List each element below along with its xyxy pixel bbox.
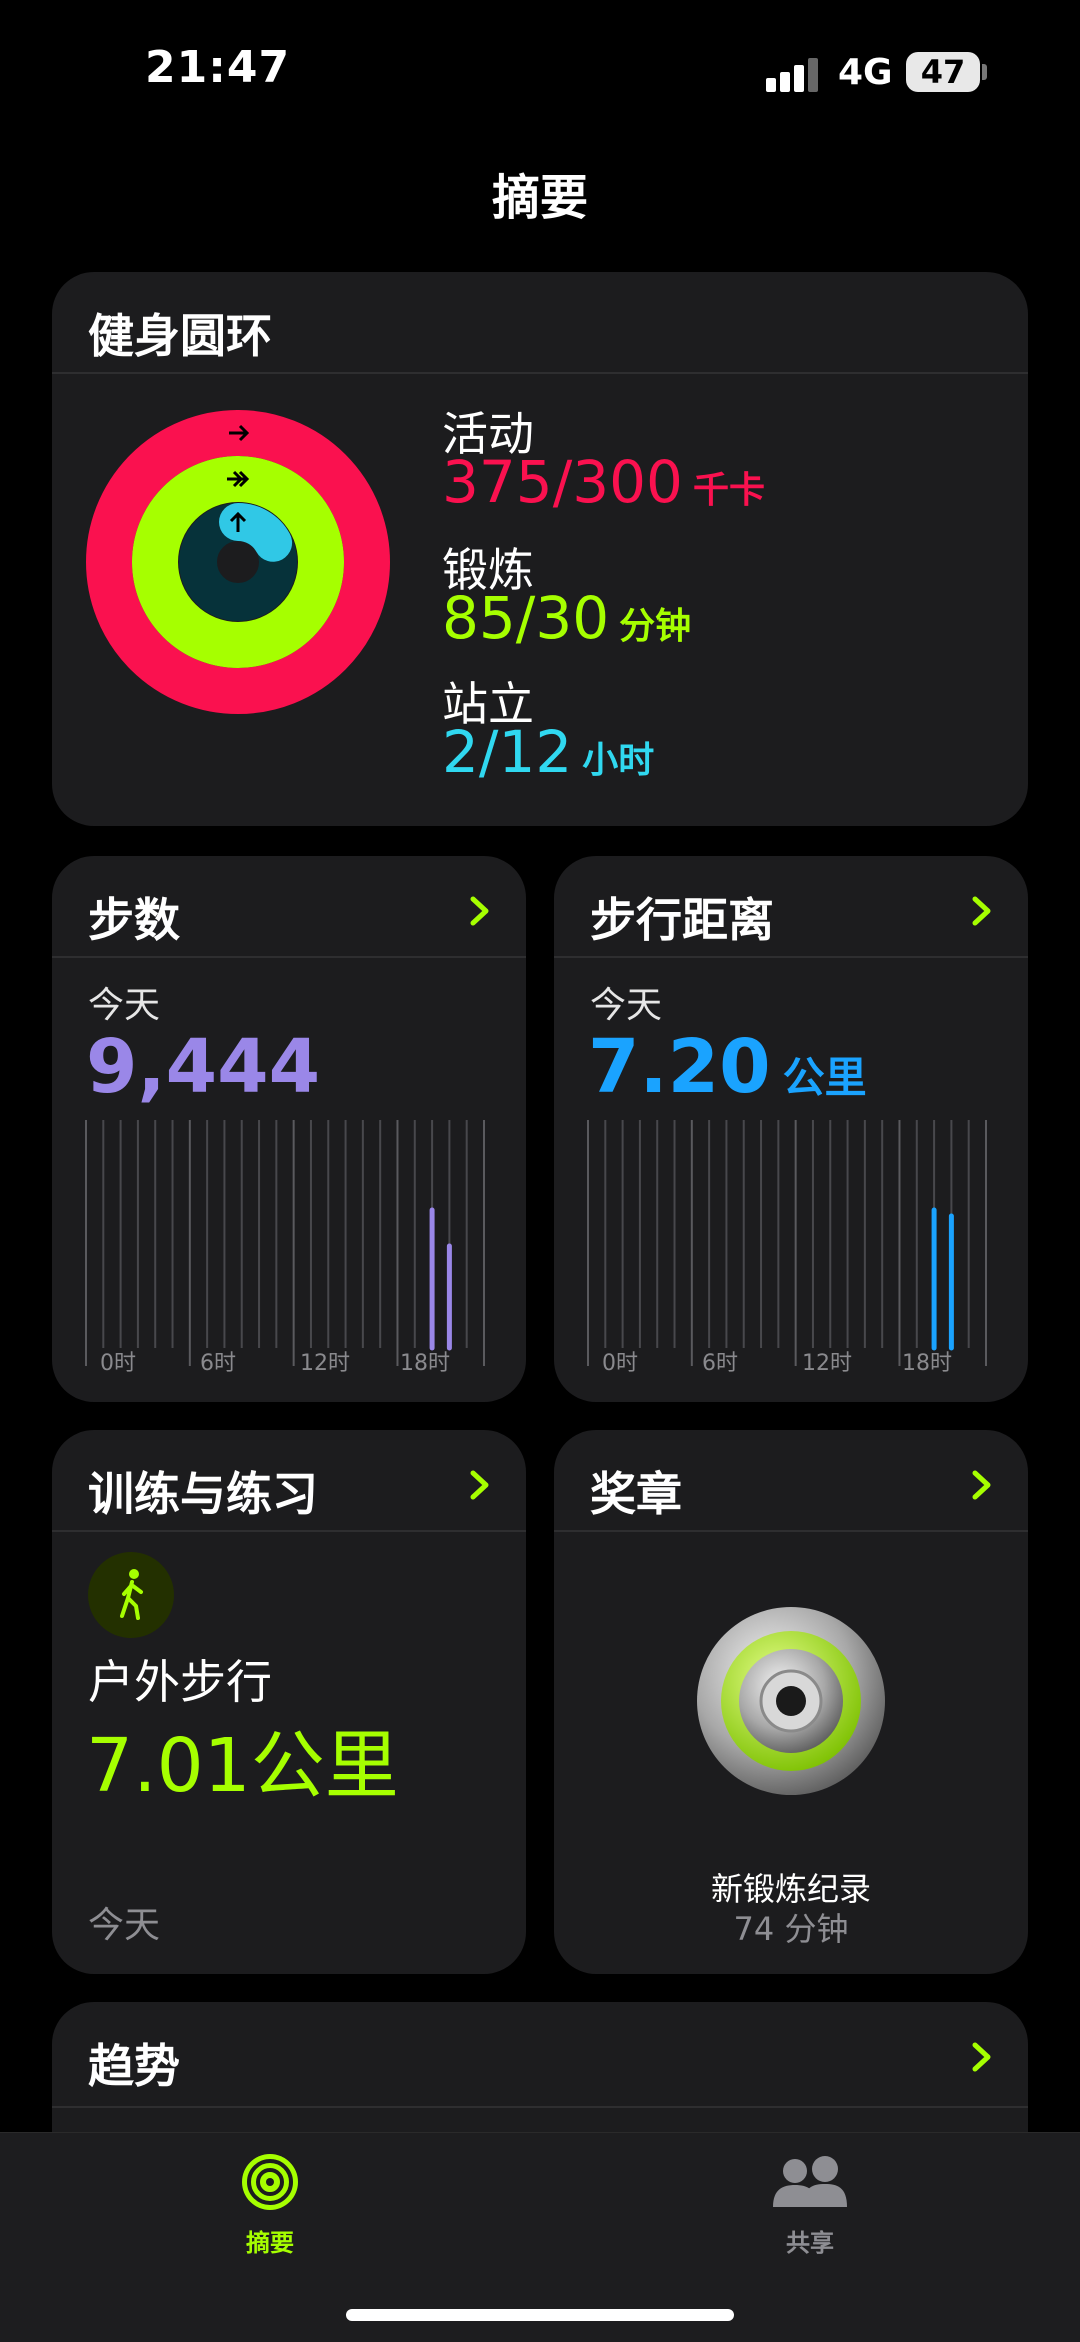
tick-0: 0时 [602,1351,638,1376]
tab-label: 摘要 [246,2229,294,2257]
activity-rings-card[interactable]: 健身圆环 活动 375/300 千卡 锻炼 85/30 分钟 站立 2/12 小时 [52,272,1028,826]
network-type: 4G [838,52,893,93]
chevron-right-icon[interactable] [962,2038,1000,2076]
divider [52,1530,526,1532]
tab-sharing[interactable]: 共享 [750,2151,870,2258]
move-value: 375/300 [442,448,683,516]
move-unit: 千卡 [692,470,765,511]
stand-unit: 小时 [582,740,655,781]
tick-12: 12时 [300,1351,350,1376]
card-title: 步行距离 [590,893,774,947]
battery-icon: 47 [906,52,980,92]
tick-18: 18时 [400,1351,450,1376]
divider [52,2106,1028,2108]
tick-18: 18时 [902,1351,952,1376]
workouts-card[interactable]: 训练与练习 户外步行 7.01公里 今天 [52,1430,526,1974]
activity-rings-icon [86,410,390,714]
awards-card[interactable]: 奖章 新锻炼纪录 74 分钟 [554,1430,1028,1974]
workout-value: 7.01公里 [86,1723,399,1809]
distance-value-row: 7.20 公里 [588,1024,867,1110]
stand-value: 2/12 [442,718,573,786]
battery-tip [982,64,987,80]
tab-label: 共享 [786,2229,834,2257]
divider [52,956,526,958]
tick-6: 6时 [702,1351,738,1376]
distance-value: 7.20 [588,1024,771,1110]
today-label: 今天 [590,985,663,1026]
card-title: 训练与练习 [88,1467,318,1521]
battery-level: 47 [920,53,966,91]
today-label: 今天 [88,985,161,1026]
award-detail: 74 分钟 [733,1910,849,1948]
page-title: 摘要 [491,170,588,226]
walking-icon [88,1552,174,1638]
people-icon [773,2156,847,2207]
walking-distance-card[interactable]: 步行距离 今天 7.20 公里 0时 6时 12时 18时 [554,856,1028,1402]
card-title: 奖章 [590,1467,682,1521]
signal-icon [766,58,824,92]
tab-summary[interactable]: 摘要 [210,2151,330,2258]
chevron-right-icon[interactable] [962,1466,1000,1504]
tick-0: 0时 [100,1351,136,1376]
steps-card[interactable]: 步数 今天 9,444 0时 6时 12时 18时 [52,856,526,1402]
card-title: 步数 [88,893,180,947]
distance-unit: 公里 [782,1053,867,1102]
exercise-value: 85/30 [442,584,610,652]
divider [554,956,1028,958]
chevron-right-icon[interactable] [460,892,498,930]
card-title: 健身圆环 [88,309,272,363]
steps-hourly-chart: 0时 6时 12时 18时 [85,1120,485,1376]
divider [52,372,1028,374]
divider [554,1530,1028,1532]
exercise-value-row: 85/30 分钟 [442,584,691,652]
distance-hourly-chart: 0时 6时 12时 18时 [587,1120,987,1376]
card-title: 趋势 [88,2039,180,2093]
steps-value: 9,444 [86,1024,321,1110]
workout-date: 今天 [88,1905,161,1946]
tick-12: 12时 [802,1351,852,1376]
chevron-right-icon[interactable] [460,1466,498,1504]
tick-6: 6时 [200,1351,236,1376]
exercise-unit: 分钟 [619,606,692,647]
award-medal-icon [697,1607,885,1795]
move-value-row: 375/300 千卡 [442,448,765,516]
chevron-right-icon[interactable] [962,892,1000,930]
rings-icon [242,2154,298,2210]
workout-name: 户外步行 [88,1655,272,1709]
status-time: 21:47 [145,42,291,93]
home-indicator[interactable] [346,2309,734,2321]
stand-value-row: 2/12 小时 [442,718,654,786]
